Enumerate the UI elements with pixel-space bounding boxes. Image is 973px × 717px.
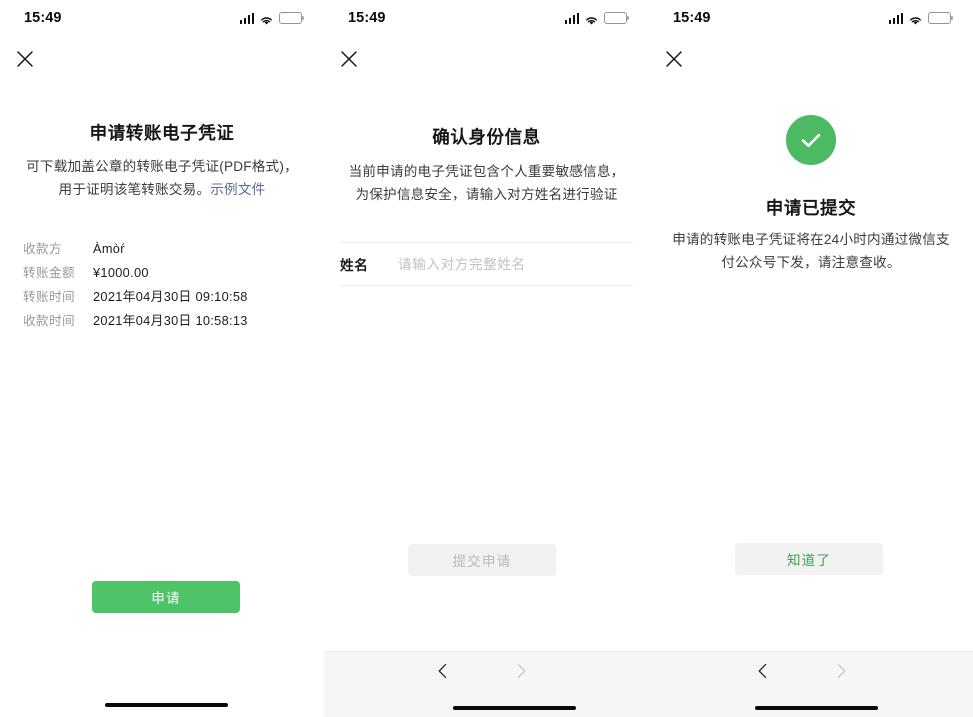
page-description: 可下载加盖公章的转账电子凭证(PDF格式)， 用于证明该笔转账交易。示例文件 — [22, 155, 302, 201]
transfer-info-list: 收款方 Àmòŕ 转账金额 ¥1000.00 转账时间 2021年04月30日 … — [23, 238, 304, 334]
signal-bars-icon — [888, 12, 903, 24]
battery-icon — [928, 12, 953, 24]
status-bar-time: 15:49 — [24, 10, 62, 26]
status-bar: 15:49 — [324, 0, 649, 36]
signal-bars-icon — [239, 12, 254, 24]
info-label: 收款方 — [23, 242, 62, 256]
wifi-icon — [259, 13, 274, 25]
status-bar: 15:49 — [649, 0, 973, 36]
close-icon[interactable] — [14, 48, 36, 70]
page-description: 当前申请的电子凭证包含个人重要敏感信息， 为保护信息安全，请输入对方姓名进行验证 — [342, 160, 631, 206]
signal-bars-icon — [564, 12, 579, 24]
info-label: 转账金额 — [23, 266, 75, 280]
battery-icon — [604, 12, 629, 24]
accessory-nav-group — [432, 660, 532, 682]
acknowledge-button[interactable]: 知道了 — [735, 543, 883, 575]
info-row-receive-time: 收款时间 2021年04月30日 10:58:13 — [23, 310, 304, 334]
page-title: 申请转账电子凭证 — [89, 123, 235, 143]
name-input[interactable] — [398, 256, 633, 272]
description-line-2: 付公众号下发，请注意查收。 — [721, 255, 901, 270]
home-indicator — [453, 705, 576, 710]
sample-file-link[interactable]: 示例文件 — [210, 182, 265, 197]
status-bar-time: 15:49 — [673, 10, 711, 26]
name-field-label: 姓名 — [340, 258, 369, 273]
info-label: 转账时间 — [23, 290, 75, 304]
description-line-1: 可下载加盖公章的转账电子凭证(PDF格式)， — [26, 159, 298, 174]
page-title: 申请已提交 — [765, 198, 857, 218]
check-circle-icon — [786, 115, 836, 165]
info-value: ¥1000.00 — [93, 265, 149, 280]
info-label: 收款时间 — [23, 314, 75, 328]
info-value: 2021年04月30日 10:58:13 — [93, 313, 248, 328]
status-bar-icons — [239, 12, 304, 25]
info-value: Àmòŕ — [93, 241, 125, 256]
info-row-transfer-time: 转账时间 2021年04月30日 09:10:58 — [23, 286, 304, 310]
page-description: 申请的转账电子凭证将在24小时内通过微信支 付公众号下发，请注意查收。 — [669, 228, 953, 274]
name-field-row: 姓名 — [340, 242, 633, 286]
battery-icon — [279, 12, 304, 24]
status-bar-icons — [888, 12, 953, 25]
chevron-left-icon[interactable] — [432, 660, 454, 682]
description-line-2: 为保护信息安全，请输入对方姓名进行验证 — [355, 187, 618, 202]
close-icon[interactable] — [338, 48, 360, 70]
info-row-amount: 转账金额 ¥1000.00 — [23, 262, 304, 286]
screen-apply-voucher: 15:49 申请转账电子凭证 可下载加盖公章的转账电子凭证(PDF格式)， 用于… — [0, 0, 324, 717]
home-indicator — [105, 702, 228, 707]
close-icon[interactable] — [663, 48, 685, 70]
home-indicator — [755, 705, 878, 710]
page-title: 确认身份信息 — [432, 127, 541, 147]
description-line-1: 申请的转账电子凭证将在24小时内通过微信支 — [672, 232, 950, 247]
keyboard-accessory-bar — [324, 651, 649, 717]
info-row-payee: 收款方 Àmòŕ — [23, 238, 304, 262]
status-bar: 15:49 — [0, 0, 324, 36]
status-bar-time: 15:49 — [348, 10, 386, 26]
wifi-icon — [908, 13, 923, 25]
keyboard-accessory-bar — [649, 651, 973, 717]
wifi-icon — [584, 13, 599, 25]
status-bar-icons — [564, 12, 629, 25]
accessory-nav-group — [752, 660, 852, 682]
chevron-left-icon[interactable] — [752, 660, 774, 682]
screen-submitted: 15:49 申请已提交 申请的转账电子凭证将在24小时内通过微信支 付公众号下发… — [649, 0, 973, 717]
chevron-right-icon[interactable] — [830, 660, 852, 682]
screen-confirm-identity: 15:49 确认身份信息 当前申请的电子凭证包含个人重要敏感信息， 为保护信息安… — [324, 0, 649, 717]
description-line-1: 当前申请的电子凭证包含个人重要敏感信息， — [348, 164, 625, 179]
description-line-2: 用于证明该笔转账交易。 — [58, 182, 211, 197]
apply-button[interactable]: 申请 — [92, 581, 240, 613]
info-value: 2021年04月30日 09:10:58 — [93, 289, 248, 304]
chevron-right-icon[interactable] — [510, 660, 532, 682]
submit-application-button[interactable]: 提交申请 — [408, 544, 556, 576]
screenshot-triptych: 15:49 申请转账电子凭证 可下载加盖公章的转账电子凭证(PDF格式)， 用于… — [0, 0, 973, 717]
